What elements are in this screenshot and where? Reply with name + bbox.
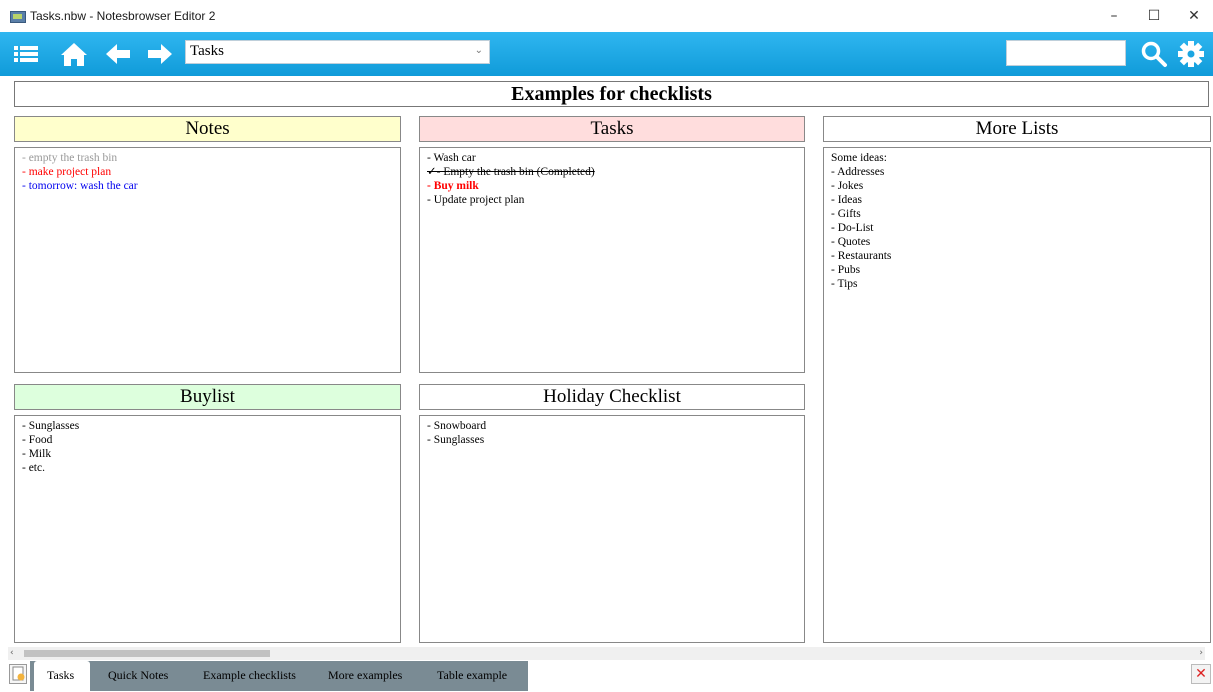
holiday-checklist-box[interactable]: - Snowboard - Sunglasses [419,415,805,643]
close-button[interactable]: ✕ [1174,0,1213,32]
more-lists-line: - Do-List [831,222,874,234]
notebook-select[interactable]: Tasks ⌄ [185,40,490,64]
back-arrow-icon[interactable] [104,40,132,68]
buylist-line: - Sunglasses [22,420,80,432]
gear-icon[interactable] [1177,40,1205,68]
notebook-select-value: Tasks [190,43,224,59]
holiday-line: - Sunglasses [427,434,485,446]
tasks-line: - Wash car [427,152,476,164]
buylist-line: - Food [22,434,53,446]
toolbar: Tasks ⌄ [0,32,1213,76]
horizontal-scrollbar[interactable]: ‹ › [8,647,1205,660]
search-icon[interactable] [1140,40,1168,68]
scrollbar-thumb[interactable] [24,650,270,657]
notes-header: Notes [14,116,401,142]
minimize-button[interactable]: – [1094,0,1134,32]
more-lists-line: - Gifts [831,208,861,220]
scroll-right-arrow-icon[interactable]: › [1199,647,1203,660]
notes-line: - tomorrow: wash the car [22,180,138,192]
more-lists-line: - Quotes [831,236,871,248]
more-lists-header: More Lists [823,116,1211,142]
buylist-line: - etc. [22,462,45,474]
more-lists-line: - Tips [831,278,858,290]
maximize-button[interactable]: ☐ [1134,0,1174,32]
tasks-header: Tasks [419,116,805,142]
tab-tasks[interactable]: Tasks [47,668,74,683]
tasks-box[interactable]: - Wash car ✓- Empty the trash bin (Compl… [419,147,805,373]
notes-line: - make project plan [22,166,112,178]
buylist-line: - Milk [22,448,52,460]
buylist-header: Buylist [14,384,401,410]
more-lists-box[interactable]: Some ideas: - Addresses - Jokes - Ideas … [823,147,1211,643]
holiday-line: - Snowboard [427,420,487,432]
scroll-left-arrow-icon[interactable]: ‹ [10,647,14,660]
more-lists-line: - Restaurants [831,250,892,262]
tab-table-example[interactable]: Table example [437,668,507,683]
delete-page-icon[interactable]: ✕ [1191,664,1211,684]
home-icon[interactable] [60,40,88,68]
chevron-down-icon: ⌄ [474,45,483,56]
tasks-line: - Buy milk [427,180,479,192]
more-lists-line: - Ideas [831,194,862,206]
more-lists-line: - Jokes [831,180,864,192]
more-lists-line: Some ideas: [831,152,887,164]
holiday-checklist-header: Holiday Checklist [419,384,805,410]
notes-box[interactable]: - empty the trash bin - make project pla… [14,147,401,373]
app-icon [10,11,26,23]
buylist-box[interactable]: - Sunglasses - Food - Milk - etc. [14,415,401,643]
tasks-line: ✓- Empty the trash bin (Completed) [427,166,595,178]
notes-line: - empty the trash bin [22,152,118,164]
forward-arrow-icon[interactable] [146,40,174,68]
tab-more-examples[interactable]: More examples [328,668,402,683]
page-title: Examples for checklists [14,81,1209,107]
tab-bar: Tasks Quick Notes Example checklists Mor… [0,660,1213,692]
window-title: Tasks.nbw - Notesbrowser Editor 2 [30,9,216,23]
menu-icon[interactable] [12,40,40,68]
more-lists-line: - Addresses [831,166,885,178]
tab-quick-notes[interactable]: Quick Notes [108,668,168,683]
search-input[interactable] [1006,40,1126,66]
tasks-line: - Update project plan [427,194,525,206]
tab-example-checklists[interactable]: Example checklists [203,668,296,683]
more-lists-line: - Pubs [831,264,861,276]
title-bar: Tasks.nbw - Notesbrowser Editor 2 – ☐ ✕ [0,0,1213,32]
new-page-icon[interactable] [9,664,27,684]
